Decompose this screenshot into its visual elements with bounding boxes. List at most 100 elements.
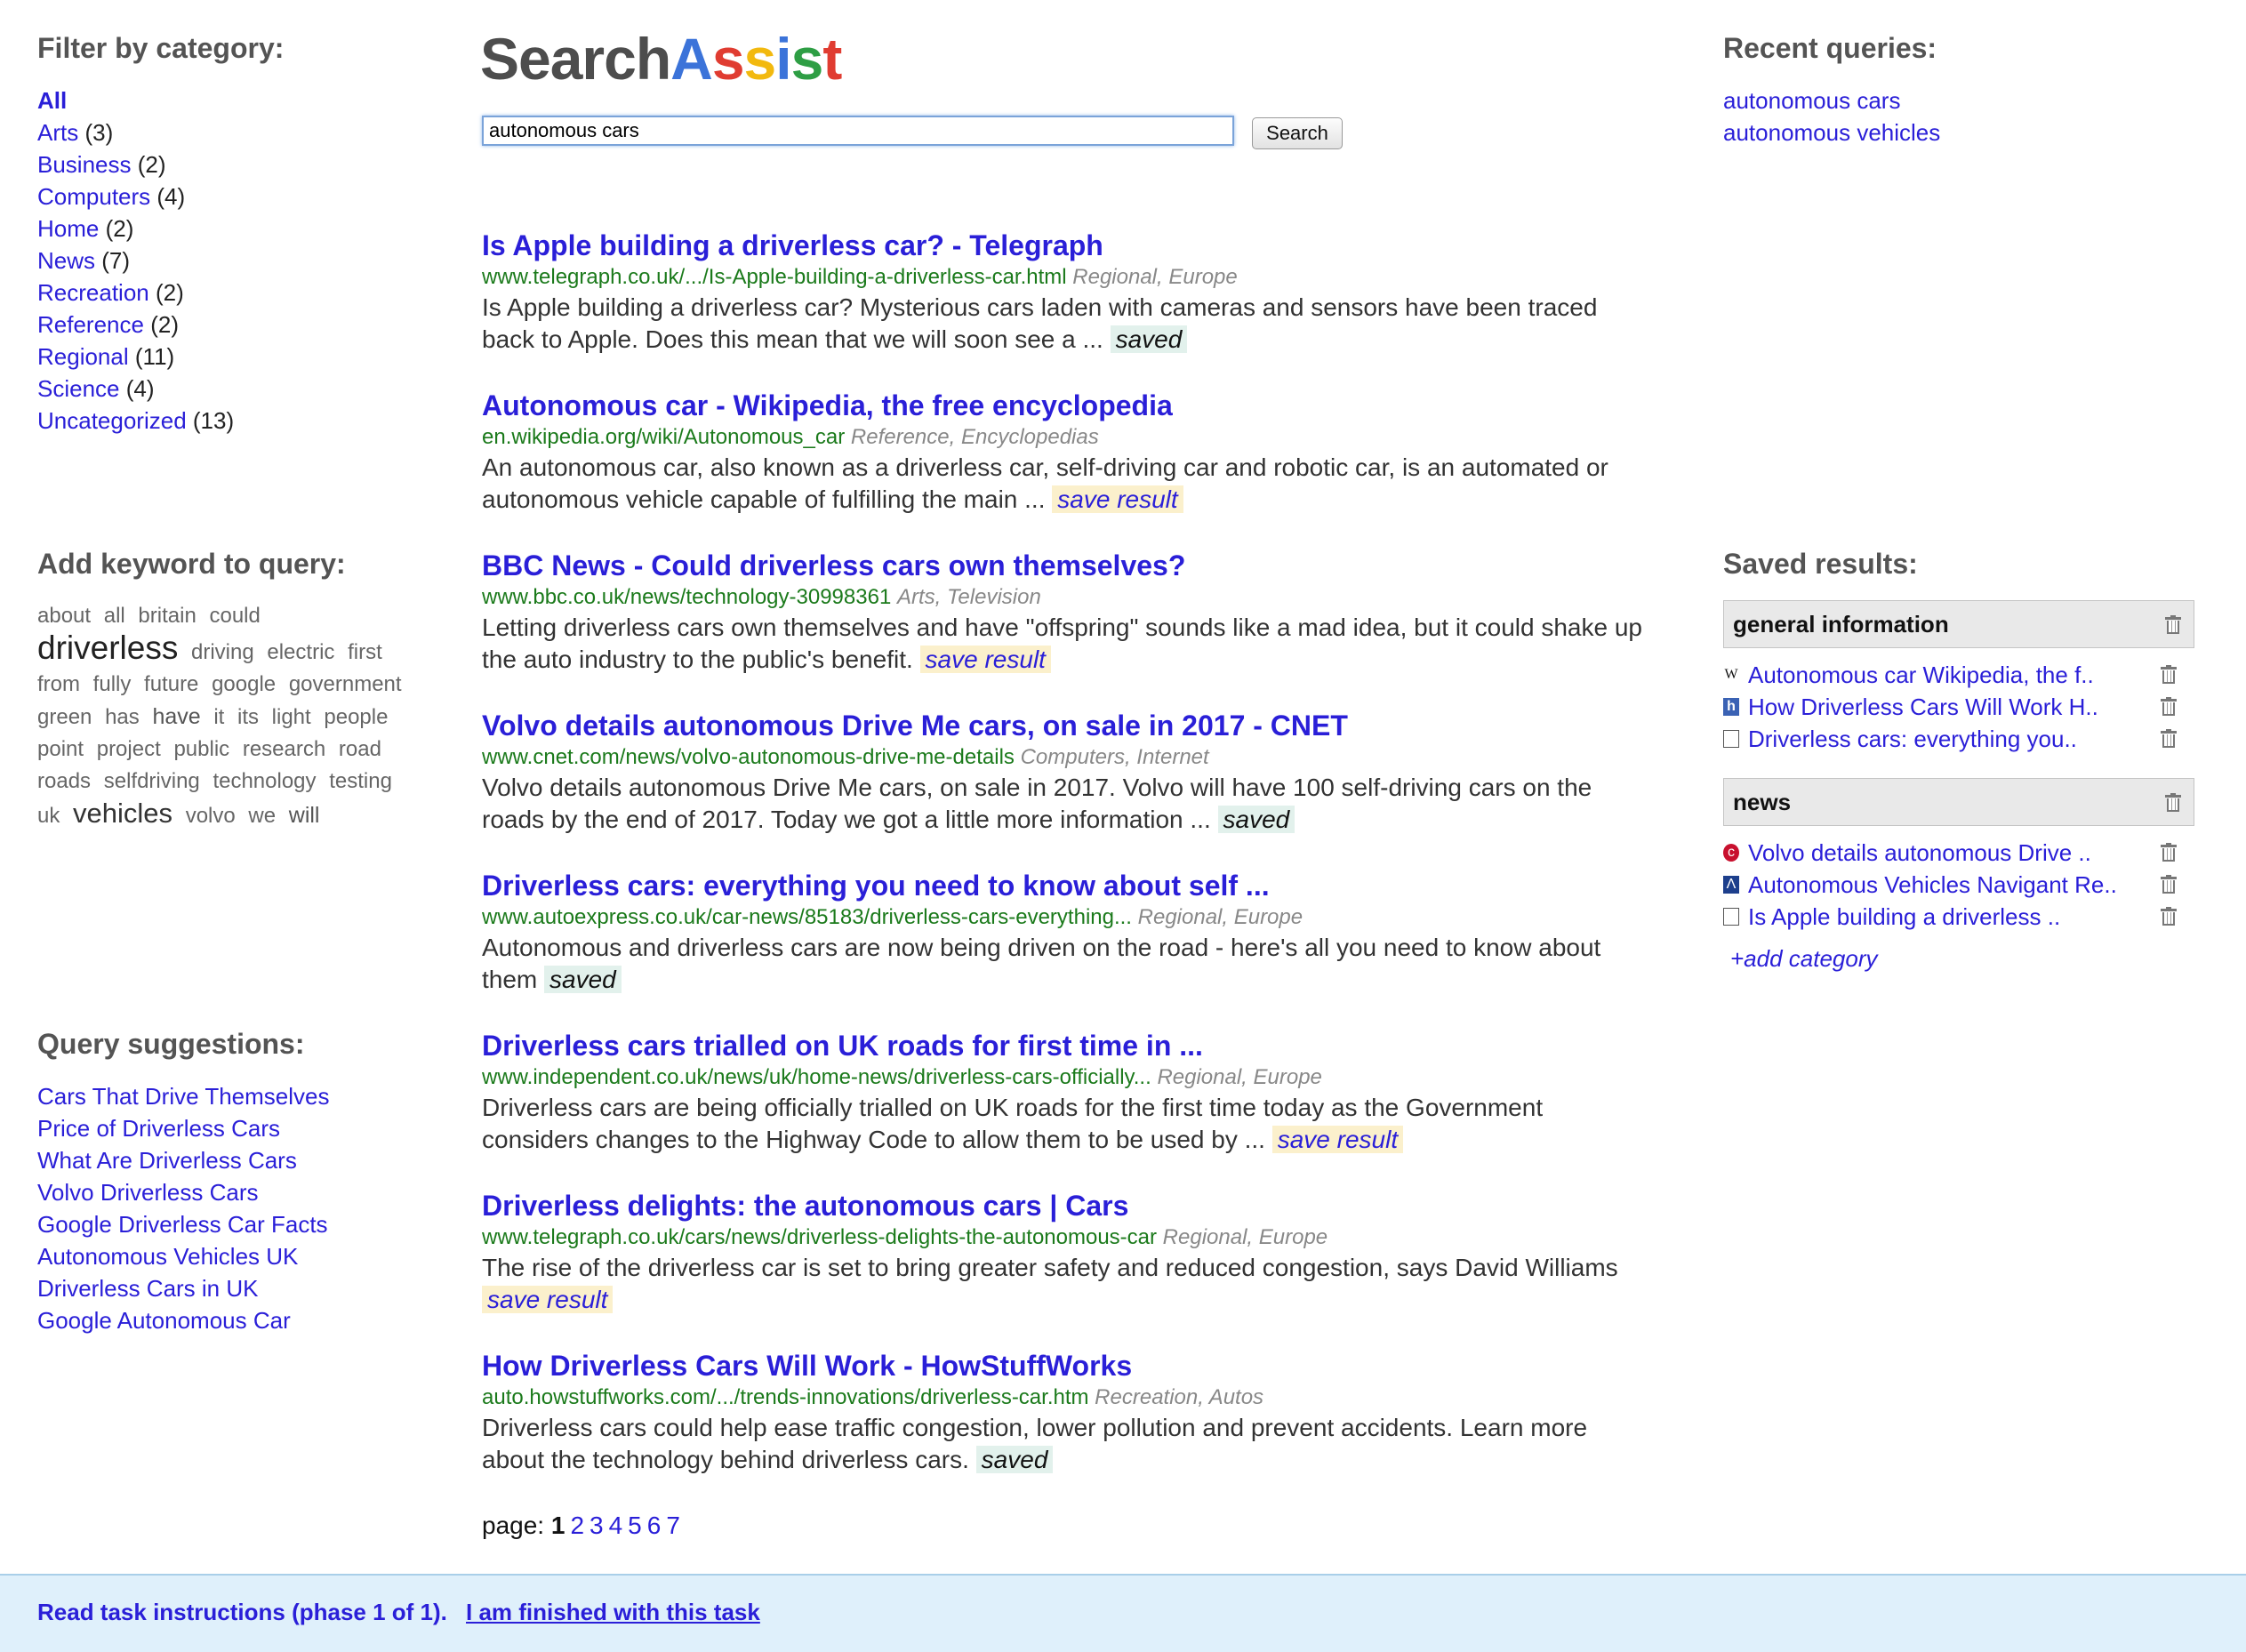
suggestion-link[interactable]: Price of Driverless Cars	[37, 1115, 280, 1142]
page-link[interactable]: 7	[666, 1512, 680, 1539]
suggestion-item: Price of Driverless Cars	[37, 1112, 420, 1144]
recent-query-link[interactable]: autonomous cars	[1723, 87, 1900, 114]
save-result-button[interactable]: save result	[1271, 1126, 1404, 1153]
keyword-term[interactable]: road	[339, 737, 381, 761]
keyword-term[interactable]: fully	[93, 672, 132, 696]
delete-saved-trash-icon[interactable]	[2161, 843, 2177, 862]
delete-saved-trash-icon[interactable]	[2161, 665, 2177, 685]
category-link[interactable]: Computers	[37, 183, 150, 210]
page-link[interactable]: 5	[628, 1512, 642, 1539]
keyword-term[interactable]: we	[248, 804, 276, 828]
category-count: (4)	[125, 375, 155, 402]
search-input[interactable]	[482, 116, 1234, 146]
delete-saved-trash-icon[interactable]	[2161, 907, 2177, 926]
suggestion-link[interactable]: Autonomous Vehicles UK	[37, 1243, 298, 1270]
category-link[interactable]: Home	[37, 215, 99, 242]
saved-result-link[interactable]: Autonomous car Wikipedia, the f..	[1748, 662, 2094, 688]
category-link[interactable]: All	[37, 87, 67, 114]
keyword-term[interactable]: project	[97, 737, 161, 761]
category-link[interactable]: Business	[37, 151, 132, 178]
keyword-term[interactable]: could	[209, 604, 260, 628]
page-link[interactable]: 2	[570, 1512, 584, 1539]
search-button[interactable]: Search	[1252, 117, 1343, 149]
saved-result-link[interactable]: Volvo details autonomous Drive ..	[1748, 839, 2091, 866]
saved-result-link[interactable]: Is Apple building a driverless ..	[1748, 903, 2060, 930]
keyword-term[interactable]: government	[289, 672, 402, 696]
keyword-term[interactable]: public	[173, 737, 229, 761]
page-link[interactable]: 3	[590, 1512, 604, 1539]
keyword-term[interactable]: light	[272, 705, 311, 729]
keyword-term[interactable]: driverless	[37, 630, 178, 666]
suggestion-link[interactable]: Volvo Driverless Cars	[37, 1179, 259, 1206]
keyword-term[interactable]: point	[37, 737, 84, 761]
keyword-term[interactable]: green	[37, 705, 92, 729]
add-category-link[interactable]: +add category	[1723, 945, 1878, 973]
keyword-term[interactable]: has	[105, 705, 140, 729]
recent-query-item: autonomous vehicles	[1723, 116, 2194, 148]
delete-group-trash-icon[interactable]	[2165, 793, 2181, 813]
save-result-button[interactable]: save result	[1052, 485, 1183, 513]
save-result-button[interactable]: save result	[482, 1286, 614, 1313]
result-title-link[interactable]: Autonomous car - Wikipedia, the free enc…	[482, 388, 1656, 423]
suggestion-link[interactable]: Cars That Drive Themselves	[37, 1083, 329, 1110]
keyword-term[interactable]: selfdriving	[104, 769, 200, 793]
finished-task-link[interactable]: I am finished with this task	[466, 1599, 760, 1626]
delete-saved-trash-icon[interactable]	[2161, 875, 2177, 894]
suggestion-link[interactable]: What Are Driverless Cars	[37, 1147, 297, 1174]
keyword-term[interactable]: future	[144, 672, 198, 696]
keyword-term[interactable]: will	[289, 803, 320, 828]
keyword-term[interactable]: all	[104, 604, 125, 628]
saved-result-link[interactable]: How Driverless Cars Will Work H..	[1748, 694, 2098, 720]
keyword-term[interactable]: research	[243, 737, 325, 761]
category-link[interactable]: Regional	[37, 343, 129, 370]
result-title-link[interactable]: Driverless delights: the autonomous cars…	[482, 1188, 1656, 1223]
keyword-term[interactable]: it	[213, 705, 224, 729]
result-title-link[interactable]: Volvo details autonomous Drive Me cars, …	[482, 708, 1656, 743]
saved-result-link[interactable]: Driverless cars: everything you..	[1748, 726, 2077, 752]
delete-saved-trash-icon[interactable]	[2161, 697, 2177, 717]
result-title-link[interactable]: Driverless cars: everything you need to …	[482, 868, 1656, 903]
category-link[interactable]: Arts	[37, 119, 78, 146]
keyword-term[interactable]: people	[324, 705, 388, 729]
suggestion-link[interactable]: Driverless Cars in UK	[37, 1275, 259, 1302]
keyword-term[interactable]: uk	[37, 804, 60, 828]
keyword-term[interactable]: roads	[37, 769, 91, 793]
recent-query-link[interactable]: autonomous vehicles	[1723, 119, 1940, 146]
task-instructions-link[interactable]: Read task instructions (phase 1 of 1).	[37, 1599, 447, 1626]
category-list: All Arts (3) Business (2) Computers (4) Home…	[37, 84, 420, 437]
saved-group-header[interactable]: general information	[1723, 600, 2194, 648]
keyword-term[interactable]: driving	[191, 640, 254, 664]
delete-group-trash-icon[interactable]	[2165, 615, 2181, 635]
result-title-link[interactable]: How Driverless Cars Will Work - HowStuff…	[482, 1348, 1656, 1383]
result-title-link[interactable]: Driverless cars trialled on UK roads for…	[482, 1028, 1656, 1063]
save-result-button[interactable]: save result	[919, 646, 1051, 673]
category-link[interactable]: Uncategorized	[37, 407, 187, 434]
category-link[interactable]: Reference	[37, 311, 144, 338]
keyword-term[interactable]: from	[37, 672, 80, 696]
keyword-term[interactable]: britain	[138, 604, 196, 628]
keyword-term[interactable]: about	[37, 604, 91, 628]
result-title-link[interactable]: Is Apple building a driverless car? - Te…	[482, 228, 1656, 263]
keyword-term[interactable]: testing	[329, 769, 392, 793]
keyword-term[interactable]: its	[237, 705, 259, 729]
keyword-term[interactable]: first	[348, 640, 382, 664]
suggestion-link[interactable]: Google Driverless Car Facts	[37, 1211, 328, 1238]
keyword-term[interactable]: technology	[213, 769, 316, 793]
page-link[interactable]: 6	[647, 1512, 662, 1539]
page-link[interactable]: 4	[609, 1512, 623, 1539]
category-link[interactable]: News	[37, 247, 95, 274]
result-snippet: Volvo details autonomous Drive Me cars, …	[482, 772, 1656, 836]
keyword-term[interactable]: volvo	[186, 804, 236, 828]
result-categories: Reference, Encyclopedias	[850, 425, 1099, 449]
delete-saved-trash-icon[interactable]	[2161, 729, 2177, 749]
category-link[interactable]: Recreation	[37, 279, 149, 306]
keyword-term[interactable]: have	[152, 704, 200, 729]
keyword-term[interactable]: vehicles	[73, 798, 172, 829]
category-link[interactable]: Science	[37, 375, 120, 402]
keyword-term[interactable]: google	[212, 672, 276, 696]
suggestion-link[interactable]: Google Autonomous Car	[37, 1307, 291, 1334]
result-title-link[interactable]: BBC News - Could driverless cars own the…	[482, 548, 1656, 583]
saved-result-link[interactable]: Autonomous Vehicles Navigant Re..	[1748, 871, 2117, 898]
saved-group-header[interactable]: news	[1723, 778, 2194, 826]
keyword-term[interactable]: electric	[267, 640, 334, 664]
